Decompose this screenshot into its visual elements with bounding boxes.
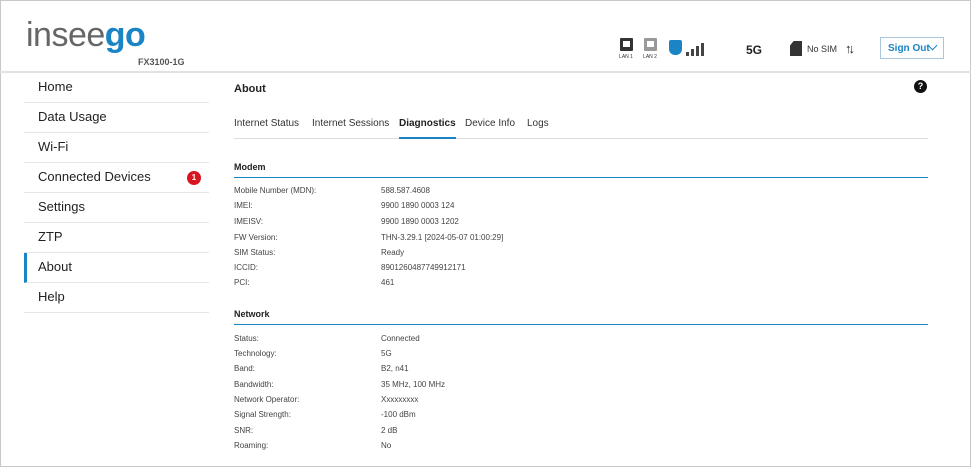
notification-badge: 1 xyxy=(187,171,201,185)
network-row: Signal Strength: -100 dBm xyxy=(234,410,416,419)
tab-logs[interactable]: Logs xyxy=(527,117,549,139)
network-section-title: Network xyxy=(234,309,270,319)
sidebar-item-home[interactable]: Home xyxy=(24,73,209,103)
network-row: SNR: 2 dB xyxy=(234,426,398,435)
section-divider xyxy=(234,324,928,325)
status-bar: LAN 1 LAN 2 5G No SIM ↑↓ Sign Out xyxy=(0,37,971,68)
no-sim-icon xyxy=(790,41,802,56)
data-transfer-arrows-icon: ↑↓ xyxy=(845,41,855,56)
network-row: Network Operator: Xxxxxxxxx xyxy=(234,395,419,404)
modem-row: IMEISV: 9900 1890 0003 1202 xyxy=(234,217,459,226)
sidebar-item-help[interactable]: Help xyxy=(24,283,209,313)
sidebar-item-wifi[interactable]: Wi-Fi xyxy=(24,133,209,163)
sim-status-text: No SIM xyxy=(807,44,838,54)
sidebar-item-data-usage[interactable]: Data Usage xyxy=(24,103,209,133)
network-row: Status: Connected xyxy=(234,334,420,343)
tab-diagnostics[interactable]: Diagnostics xyxy=(399,117,456,139)
network-row: Bandwidth: 35 MHz, 100 MHz xyxy=(234,380,446,389)
modem-row: ICCID: 8901260487749912171 xyxy=(234,263,466,272)
tab-device-info[interactable]: Device Info xyxy=(465,117,515,139)
sidebar-item-settings[interactable]: Settings xyxy=(24,193,209,223)
network-row: Roaming: No xyxy=(234,441,392,450)
help-icon[interactable]: ? xyxy=(914,80,927,93)
sign-out-button[interactable]: Sign Out xyxy=(880,37,944,59)
ethernet-port-icon xyxy=(619,38,633,51)
tab-internet-sessions[interactable]: Internet Sessions xyxy=(312,117,389,139)
sidebar-item-about[interactable]: About xyxy=(24,253,209,283)
lan1-label: LAN 1 xyxy=(619,54,633,60)
signal-status xyxy=(669,40,709,56)
lan2-label: LAN 2 xyxy=(643,54,657,60)
modem-row: SIM Status: Ready xyxy=(234,248,405,257)
lan1-status: LAN 1 xyxy=(617,38,635,60)
wifi-shield-icon xyxy=(669,40,682,55)
tab-internet-status[interactable]: Internet Status xyxy=(234,117,299,139)
network-row: Technology: 5G xyxy=(234,349,392,358)
sidebar-item-ztp[interactable]: ZTP xyxy=(24,223,209,253)
network-row: Band: B2, n41 xyxy=(234,364,409,373)
header: inseego FX3100-1G LAN 1 LAN 2 5G No SIM … xyxy=(0,0,971,73)
modem-row: IMEI: 9900 1890 0003 124 xyxy=(234,201,455,210)
modem-section-title: Modem xyxy=(234,162,266,172)
ethernet-port-icon xyxy=(643,38,657,51)
sidebar-nav: Home Data Usage Wi-Fi Connected Devices 1… xyxy=(24,73,209,313)
modem-row: PCI: 461 xyxy=(234,278,395,287)
tab-bar: Internet Status Internet Sessions Diagno… xyxy=(234,117,928,139)
page-title: About xyxy=(234,83,266,95)
section-divider xyxy=(234,177,928,178)
sidebar-item-connected-devices[interactable]: Connected Devices 1 xyxy=(24,163,209,193)
modem-row: Mobile Number (MDN): 588.587.4608 xyxy=(234,186,430,195)
network-type: 5G xyxy=(746,43,763,57)
lan2-status: LAN 2 xyxy=(641,38,659,60)
modem-row: FW Version: THN-3.29.1 [2024-05-07 01:00:… xyxy=(234,233,504,242)
